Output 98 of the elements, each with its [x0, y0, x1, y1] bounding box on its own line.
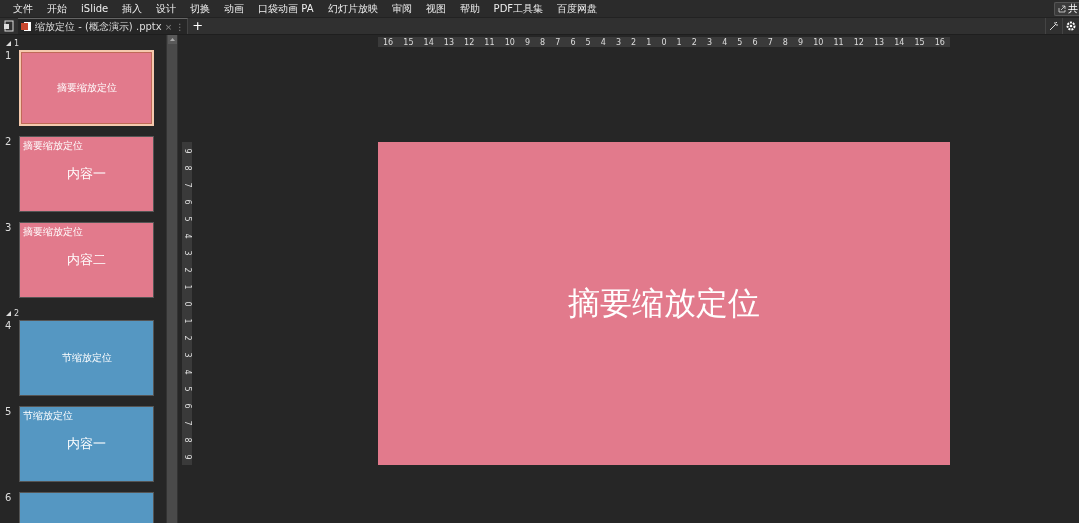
- ruler-number: 15: [914, 37, 925, 47]
- slide-number: 3: [4, 222, 13, 235]
- ruler-number: 13: [443, 37, 454, 47]
- thumbnail-label: 节缩放定位: [23, 409, 73, 423]
- expand-triangle-icon[interactable]: [6, 310, 11, 316]
- file-tab[interactable]: 缩放定位 - (概念演示) .pptx × ⋮: [18, 18, 189, 34]
- ruler-number: 0: [183, 300, 191, 307]
- ruler-number: 6: [752, 37, 758, 47]
- menu-item[interactable]: PDF工具集: [486, 0, 551, 17]
- menu-item[interactable]: 视图: [418, 0, 453, 17]
- slide-number: 1: [4, 50, 13, 63]
- menu-item[interactable]: 审阅: [384, 0, 419, 17]
- ruler-number: 1: [183, 283, 191, 290]
- ruler-number: 10: [504, 37, 515, 47]
- ruler-number: 1: [183, 317, 191, 324]
- magic-wand-icon[interactable]: [1049, 21, 1059, 31]
- ruler-number: 10: [813, 37, 824, 47]
- ruler-number: 4: [600, 37, 606, 47]
- thumbnail-title: 内容一: [67, 435, 106, 453]
- thumbnail-label: 摘要缩放定位: [23, 225, 83, 239]
- ruler-number: 9: [798, 37, 804, 47]
- ruler-number: 1: [646, 37, 652, 47]
- menu-item[interactable]: 口袋动画 PA: [251, 0, 321, 17]
- ruler-number: 8: [183, 164, 191, 171]
- ruler-number: 8: [782, 37, 788, 47]
- ruler-number: 5: [585, 37, 591, 47]
- close-button[interactable]: ×: [164, 21, 173, 32]
- ruler-number: 5: [737, 37, 743, 47]
- scroll-up-icon[interactable]: [169, 38, 175, 41]
- thumbnail-label: 摘要缩放定位: [23, 139, 83, 153]
- tab-label: 缩放定位 - (概念演示) .pptx: [35, 19, 162, 34]
- presentation-file-icon: [21, 21, 32, 32]
- ruler-number: 3: [615, 37, 621, 47]
- slide-title: 摘要缩放定位: [568, 282, 760, 324]
- ruler-number: 3: [183, 351, 191, 358]
- ruler-number: 2: [183, 334, 191, 341]
- scrollbar[interactable]: [166, 35, 177, 523]
- ruler-number: 5: [183, 215, 191, 222]
- ruler-number: 3: [706, 37, 713, 47]
- thumbnail-title: 节缩放定位: [61, 351, 112, 365]
- ruler-number: 9: [183, 453, 191, 460]
- thumbnail-title: 内容一: [67, 165, 106, 183]
- ruler-number: 4: [183, 368, 191, 375]
- thumbnail-title: 摘要缩放定位: [56, 81, 117, 95]
- ruler-number: 14: [894, 37, 905, 47]
- more-button[interactable]: ⋮: [175, 21, 185, 32]
- ruler-number: 2: [631, 37, 637, 47]
- menu-item[interactable]: 幻灯片放映: [320, 0, 385, 17]
- slide-number: 6: [4, 492, 13, 505]
- slide-number: 2: [4, 136, 13, 149]
- ruler-number: 8: [183, 436, 191, 443]
- ruler-number: 7: [183, 181, 191, 188]
- ruler-number: 6: [183, 402, 191, 409]
- ruler-number: 11: [484, 37, 495, 47]
- ruler-number: 4: [722, 37, 728, 47]
- section-label: 2: [14, 308, 20, 318]
- expand-triangle-icon[interactable]: [6, 40, 11, 46]
- menu-item[interactable]: 插入: [115, 0, 150, 17]
- ruler-number: 7: [767, 37, 773, 47]
- ruler-number: 9: [524, 37, 530, 47]
- new-tab-button[interactable]: +: [188, 19, 208, 33]
- menu-item[interactable]: 切换: [183, 0, 218, 17]
- ruler-number: 12: [853, 37, 864, 47]
- slide-number: 4: [4, 320, 13, 333]
- ruler-number: 13: [873, 37, 885, 47]
- ruler-number: 1: [676, 37, 682, 47]
- ruler-number: 16: [383, 37, 394, 47]
- ruler-number: 14: [423, 37, 434, 47]
- menu-item[interactable]: iSlide: [74, 0, 116, 17]
- slide-number: 5: [4, 406, 13, 419]
- ruler-number: 3: [183, 249, 191, 256]
- document-icon[interactable]: [3, 20, 15, 32]
- ruler-number: 4: [183, 232, 191, 239]
- ruler-number: 7: [183, 419, 191, 426]
- ruler-number: 7: [555, 37, 561, 47]
- menu-item[interactable]: 百度网盘: [550, 0, 605, 17]
- ruler-number: 11: [833, 37, 844, 47]
- menu-item[interactable]: 设计: [149, 0, 184, 17]
- menu-item[interactable]: 文件: [6, 0, 40, 17]
- ruler-number: 5: [183, 385, 191, 392]
- menu-item[interactable]: 开始: [40, 0, 74, 17]
- share-button[interactable]: 共: [1054, 1, 1079, 16]
- menu-item[interactable]: 动画: [217, 0, 252, 17]
- ruler-number: 16: [934, 37, 945, 47]
- ruler-number: 12: [464, 37, 475, 47]
- thumbnail-title: 内容二: [67, 251, 106, 269]
- ruler-number: 2: [183, 266, 191, 273]
- ruler-number: 9: [183, 147, 191, 154]
- share-icon: [1058, 4, 1066, 13]
- ruler-number: 8: [540, 37, 546, 47]
- settings-icon[interactable]: [1066, 21, 1076, 31]
- ruler-number: 0: [661, 37, 667, 47]
- ruler-number: 2: [691, 37, 697, 47]
- ruler-number: 6: [570, 37, 576, 47]
- section-label: 1: [14, 38, 20, 48]
- ruler-number: 15: [403, 37, 414, 47]
- ruler-number: 6: [183, 198, 191, 205]
- menu-item[interactable]: 帮助: [452, 0, 487, 17]
